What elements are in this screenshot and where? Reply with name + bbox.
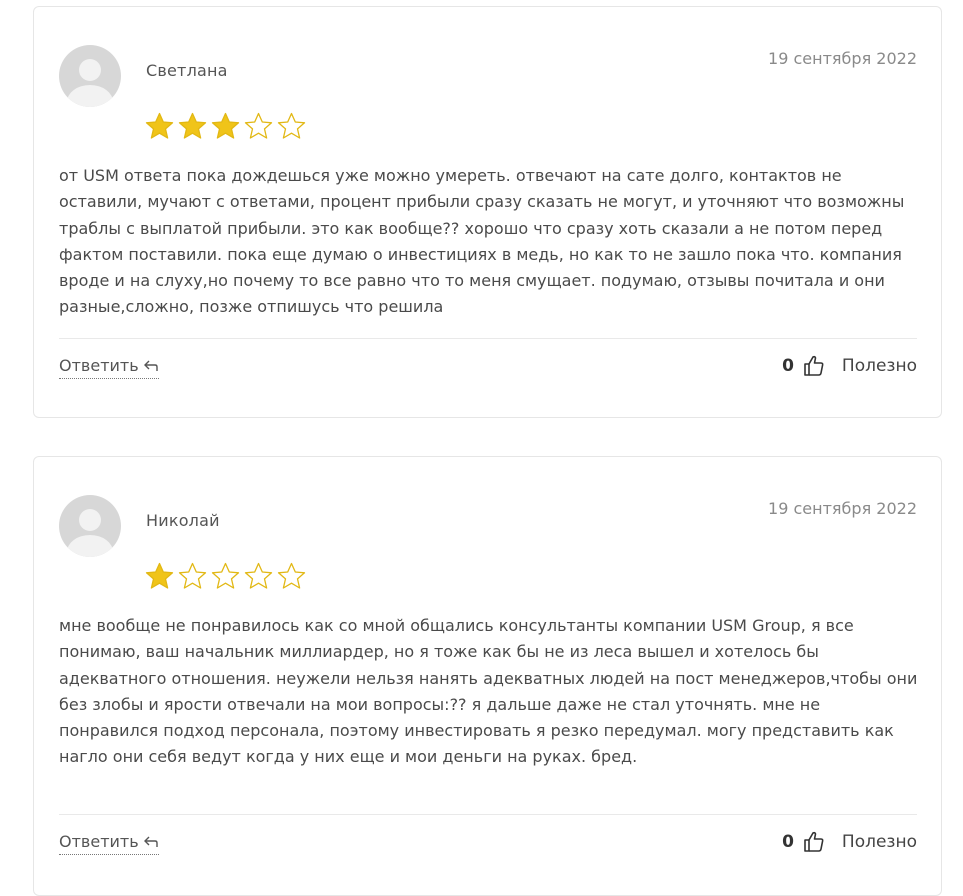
user-avatar-icon [79, 509, 101, 531]
reply-button[interactable]: Ответить [59, 356, 159, 379]
reply-arrow-icon [143, 836, 158, 847]
review-text: от USM ответа пока дождешься уже можно у… [59, 166, 905, 317]
star-icon [145, 112, 174, 139]
vote-count: 0 [782, 356, 794, 376]
review-text: мне вообще не понравилось как со мной об… [59, 616, 918, 767]
reply-label: Ответить [59, 832, 139, 851]
avatar [59, 495, 121, 557]
star-icon [211, 562, 240, 589]
reply-arrow-icon [143, 360, 158, 371]
divider [59, 338, 917, 339]
reply-label: Ответить [59, 356, 139, 375]
vote-block: 0 Полезно [782, 830, 917, 854]
star-icon [244, 112, 273, 139]
rating-stars [145, 112, 306, 140]
star-icon [178, 112, 207, 139]
avatar [59, 45, 121, 107]
review-date: 19 сентября 2022 [768, 49, 917, 68]
review-date: 19 сентября 2022 [768, 499, 917, 518]
review-author: Николай [146, 511, 220, 530]
useful-button[interactable]: Полезно [842, 356, 917, 376]
review-card: Светлана 19 сентября 2022 от USM ответа … [33, 6, 942, 418]
star-icon [211, 112, 240, 139]
review-author: Светлана [146, 61, 228, 80]
useful-button[interactable]: Полезно [842, 832, 917, 852]
rating-stars [145, 562, 306, 590]
thumbs-up-icon[interactable] [802, 830, 826, 854]
user-avatar-icon [79, 59, 101, 81]
star-icon [277, 112, 306, 139]
divider [59, 814, 917, 815]
star-icon [244, 562, 273, 589]
star-icon [178, 562, 207, 589]
reply-button[interactable]: Ответить [59, 832, 159, 855]
vote-block: 0 Полезно [782, 354, 917, 378]
vote-count: 0 [782, 832, 794, 852]
star-icon [277, 562, 306, 589]
thumbs-up-icon[interactable] [802, 354, 826, 378]
star-icon [145, 562, 174, 589]
review-card: Николай 19 сентября 2022 мне вообще не п… [33, 456, 942, 896]
